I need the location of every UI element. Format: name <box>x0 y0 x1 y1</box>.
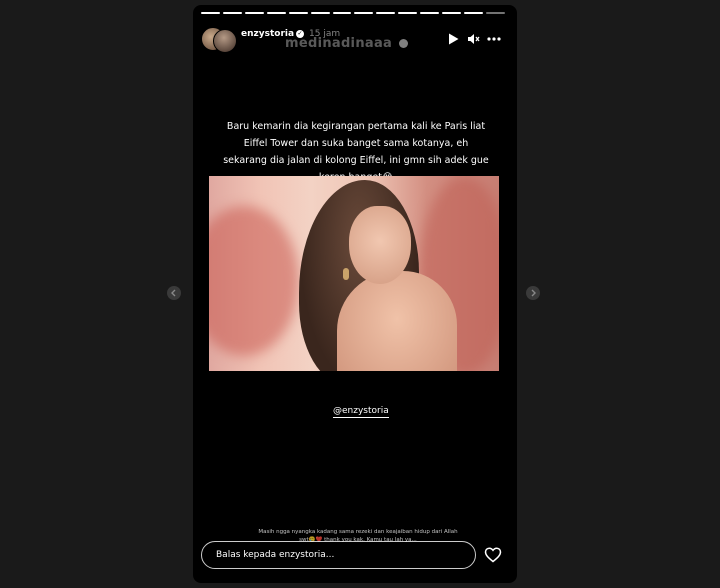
play-button[interactable] <box>445 31 461 47</box>
reply-placeholder: Balas kepada enzystoria... <box>216 550 335 560</box>
heart-icon <box>484 547 502 563</box>
more-options-icon <box>487 37 501 41</box>
avatar[interactable] <box>213 29 237 53</box>
background-blur <box>209 206 299 356</box>
progress-segment <box>398 12 418 14</box>
story-progress-bar <box>201 12 505 14</box>
progress-segment <box>354 12 374 14</box>
progress-segment <box>442 12 462 14</box>
mute-button[interactable] <box>465 31 481 47</box>
story-author-info: enzystoria ✓ 15 jam medinadinaaa <box>241 25 431 53</box>
chevron-left-icon <box>171 289 176 297</box>
progress-segment <box>464 12 483 14</box>
previous-story-button[interactable] <box>167 286 181 300</box>
progress-segment <box>485 12 505 14</box>
verified-badge-icon <box>398 39 408 48</box>
chevron-right-icon <box>531 289 536 297</box>
speaker-muted-icon <box>467 34 480 44</box>
reposted-username-text[interactable]: medinadinaaa <box>285 36 392 51</box>
story-header: enzystoria ✓ 15 jam medinadinaaa <box>201 23 509 55</box>
more-options-button[interactable] <box>486 31 502 47</box>
progress-segment <box>420 12 440 14</box>
progress-segment <box>266 12 286 14</box>
progress-segment <box>376 12 396 14</box>
progress-segment <box>310 12 330 14</box>
like-button[interactable] <box>484 546 502 564</box>
video-subject-earring <box>343 268 349 280</box>
progress-segment <box>222 12 242 14</box>
avatar-group[interactable] <box>201 25 239 53</box>
reply-input[interactable]: Balas kepada enzystoria... <box>201 541 476 569</box>
story-video[interactable] <box>209 176 499 371</box>
story-viewer[interactable]: enzystoria ✓ 15 jam medinadinaaa Baru kem… <box>193 5 517 583</box>
play-icon <box>448 33 458 45</box>
progress-segment <box>332 12 352 14</box>
video-subject-face <box>349 206 411 284</box>
progress-segment <box>288 12 308 14</box>
progress-segment <box>244 12 264 14</box>
reposted-username[interactable]: medinadinaaa <box>285 36 408 51</box>
next-story-button[interactable] <box>526 286 540 300</box>
mention-sticker[interactable]: @enzystoria <box>333 406 389 418</box>
progress-segment <box>201 12 220 14</box>
